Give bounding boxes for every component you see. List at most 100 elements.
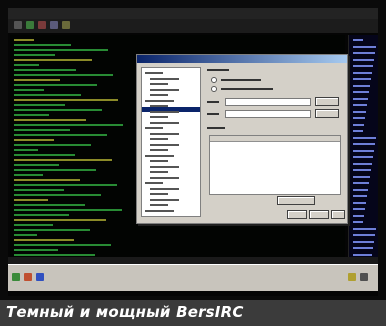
tray-icon[interactable] — [360, 273, 368, 281]
chat-line — [14, 99, 118, 101]
text-field-2[interactable] — [225, 110, 311, 118]
tree-item[interactable] — [145, 72, 163, 74]
settings-icon[interactable] — [50, 21, 58, 29]
tree-item[interactable] — [150, 138, 168, 140]
nick-entry[interactable] — [353, 188, 368, 191]
settings-listbox[interactable] — [209, 135, 341, 195]
tree-item[interactable] — [145, 182, 163, 184]
option-radio-1[interactable] — [211, 77, 217, 83]
tree-item[interactable] — [150, 193, 168, 195]
nick-entry[interactable] — [353, 201, 366, 204]
nick-entry[interactable] — [353, 208, 365, 210]
nick-entry[interactable] — [353, 227, 376, 230]
chat-line — [14, 194, 101, 196]
nick-entry[interactable] — [353, 58, 374, 61]
tree-item[interactable] — [145, 209, 174, 212]
tree-item[interactable] — [150, 77, 179, 80]
tree-item[interactable] — [150, 116, 168, 118]
nick-entry[interactable] — [353, 136, 376, 139]
nick-entry[interactable] — [353, 78, 371, 80]
tree-item[interactable] — [150, 94, 168, 96]
nick-entry[interactable] — [353, 156, 373, 158]
chat-line — [14, 209, 122, 211]
nick-entry[interactable] — [353, 149, 374, 152]
settings-dialog — [136, 54, 348, 224]
nick-entry[interactable] — [353, 253, 372, 256]
tree-item[interactable] — [150, 105, 168, 107]
nick-entry[interactable] — [353, 175, 370, 178]
tray-icon[interactable] — [348, 273, 356, 281]
start-icon[interactable] — [12, 273, 20, 281]
list-action-button[interactable] — [277, 196, 315, 205]
option-radio-2[interactable] — [211, 86, 217, 92]
option-label-2 — [221, 88, 273, 90]
window-titlebar — [8, 8, 378, 19]
nick-entry[interactable] — [353, 45, 376, 48]
settings-category-tree[interactable] — [141, 67, 201, 217]
nick-entry[interactable] — [353, 117, 365, 119]
nick-entry[interactable] — [353, 130, 363, 132]
chat-line — [14, 44, 71, 46]
browse-button-2[interactable] — [315, 109, 339, 118]
help-button[interactable] — [331, 210, 345, 219]
app-menu-icon[interactable] — [14, 21, 22, 29]
tree-item[interactable] — [145, 99, 174, 102]
nick-entry[interactable] — [353, 195, 367, 197]
nick-entry[interactable] — [353, 39, 363, 41]
nick-entry[interactable] — [353, 123, 364, 126]
chat-line — [14, 49, 108, 51]
chat-line — [14, 214, 69, 216]
group-label — [207, 69, 229, 71]
nick-entry[interactable] — [353, 234, 375, 236]
taskbar-app-icon[interactable] — [24, 273, 32, 281]
field-label-1 — [207, 101, 219, 103]
chat-line — [14, 164, 59, 166]
tree-item[interactable] — [145, 127, 163, 129]
connect-icon[interactable] — [26, 21, 34, 29]
tree-item[interactable] — [150, 143, 179, 146]
nick-entry[interactable] — [353, 71, 372, 74]
tree-item[interactable] — [150, 132, 179, 135]
tree-item[interactable] — [150, 83, 168, 85]
text-field-1[interactable] — [225, 98, 311, 106]
nick-entry[interactable] — [353, 162, 372, 165]
nick-entry[interactable] — [353, 169, 371, 171]
tree-item[interactable] — [150, 149, 168, 151]
tree-item[interactable] — [150, 121, 179, 124]
tree-item[interactable] — [150, 165, 179, 168]
cancel-button[interactable] — [309, 210, 329, 219]
chat-line — [14, 54, 55, 56]
tree-item[interactable] — [150, 88, 179, 91]
nick-list[interactable] — [348, 35, 378, 265]
nick-entry[interactable] — [353, 65, 373, 67]
nick-entry[interactable] — [353, 240, 374, 243]
nick-entry[interactable] — [353, 247, 373, 249]
tree-item[interactable] — [145, 154, 174, 157]
nick-entry[interactable] — [353, 97, 368, 100]
nick-entry[interactable] — [353, 91, 369, 93]
chat-line — [14, 39, 34, 41]
chat-line — [14, 174, 43, 176]
nick-entry[interactable] — [353, 52, 375, 54]
nick-entry[interactable] — [353, 143, 375, 145]
tree-item[interactable] — [150, 110, 179, 113]
tree-item[interactable] — [150, 187, 179, 190]
ok-button[interactable] — [287, 210, 307, 219]
nick-entry[interactable] — [353, 84, 370, 87]
nick-entry[interactable] — [353, 214, 364, 217]
tree-item[interactable] — [150, 198, 179, 201]
nick-entry[interactable] — [353, 104, 367, 106]
tree-item[interactable] — [150, 204, 168, 206]
disconnect-icon[interactable] — [38, 21, 46, 29]
nick-entry[interactable] — [353, 182, 369, 184]
tree-item[interactable] — [150, 171, 168, 173]
channels-icon[interactable] — [62, 21, 70, 29]
nick-entry[interactable] — [353, 221, 363, 223]
chat-line — [14, 74, 113, 76]
browse-button-1[interactable] — [315, 97, 339, 106]
tree-item[interactable] — [150, 160, 168, 162]
nick-entry[interactable] — [353, 110, 366, 113]
chat-line — [14, 89, 44, 91]
taskbar-app-icon[interactable] — [36, 273, 44, 281]
tree-item[interactable] — [150, 176, 179, 179]
